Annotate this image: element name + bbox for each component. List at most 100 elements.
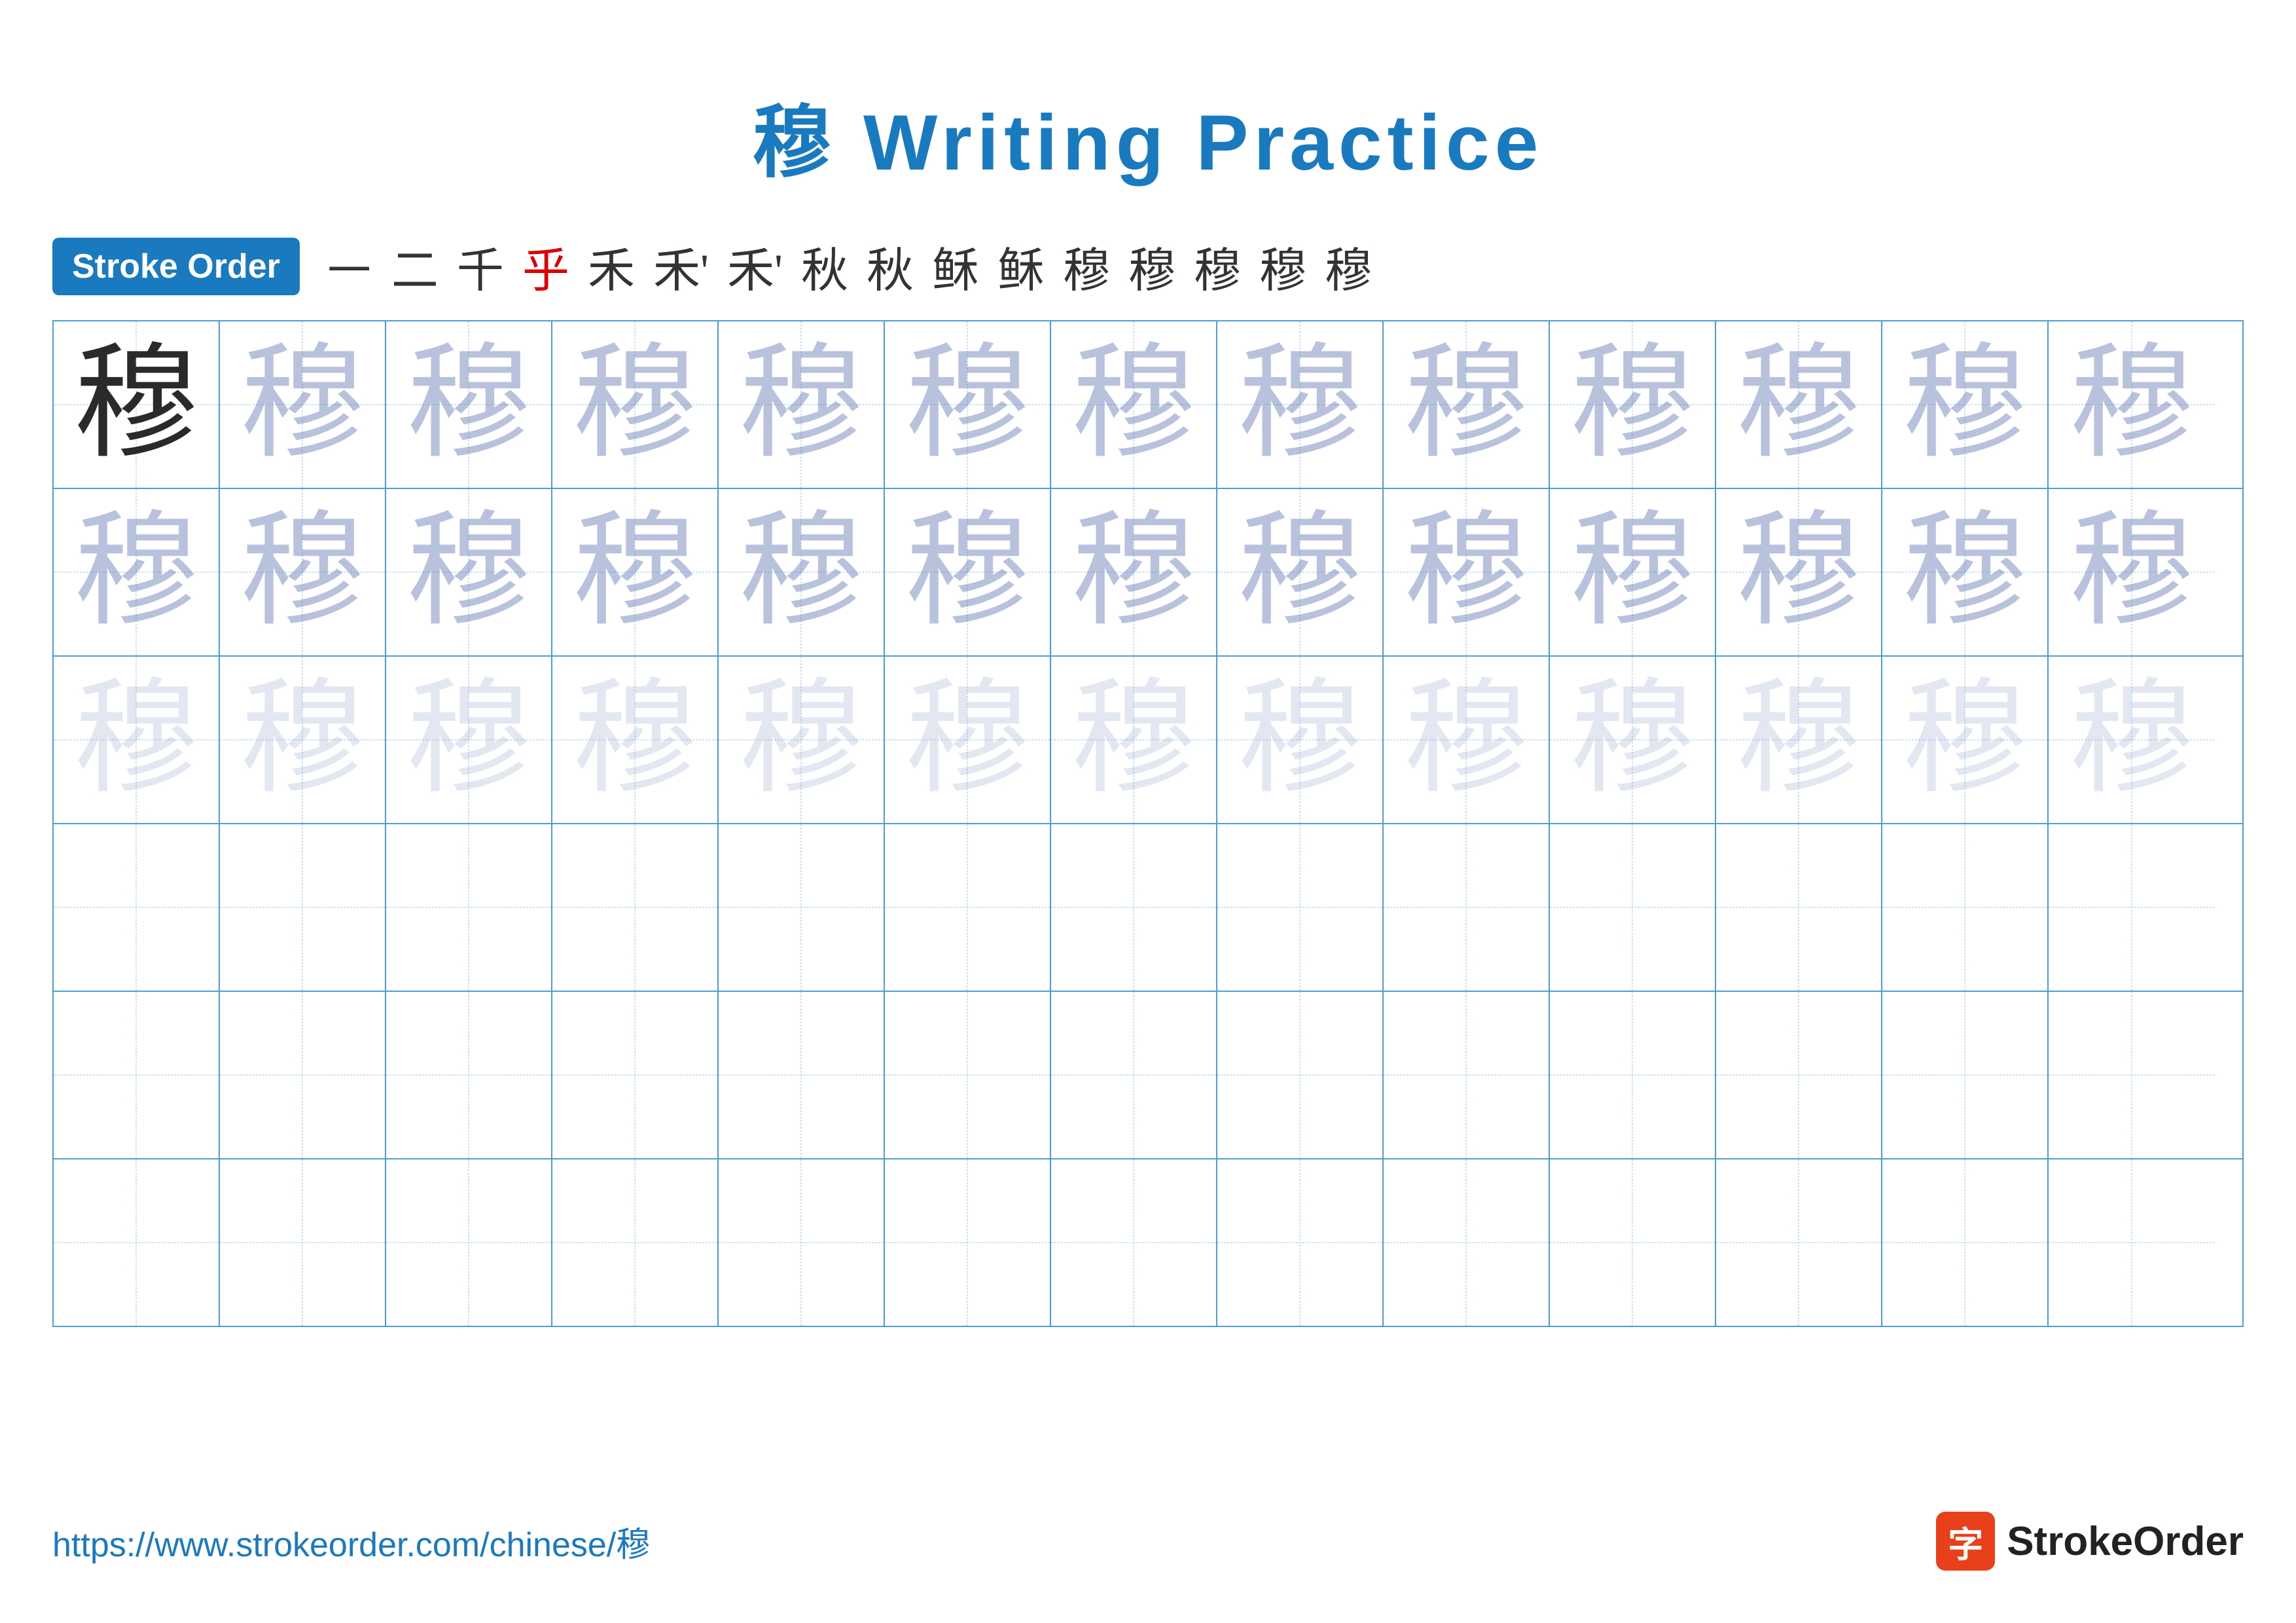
cell-r5-c9[interactable] — [1384, 992, 1550, 1158]
cell-r5-c5[interactable] — [719, 992, 885, 1158]
cell-r6-c4[interactable] — [552, 1159, 719, 1326]
cell-r6-c5[interactable] — [719, 1159, 885, 1326]
cell-r1-c12[interactable]: 穆 — [1882, 321, 2049, 488]
footer-url[interactable]: https://www.strokeorder.com/chinese/穆 — [52, 1517, 650, 1566]
grid-row-6 — [54, 1159, 2242, 1326]
cell-r6-c7[interactable] — [1051, 1159, 1217, 1326]
cell-r4-c13[interactable] — [2049, 824, 2215, 991]
stroke-5: 禾 — [588, 232, 635, 301]
cell-r2-c2[interactable]: 穆 — [220, 489, 386, 655]
cell-r2-c5[interactable]: 穆 — [719, 489, 885, 655]
cell-r3-c12[interactable]: 穆 — [1882, 657, 2049, 823]
cell-r5-c4[interactable] — [552, 992, 719, 1158]
cell-r5-c7[interactable] — [1051, 992, 1217, 1158]
cell-r2-c4[interactable]: 穆 — [552, 489, 719, 655]
cell-r3-c8[interactable]: 穆 — [1217, 657, 1384, 823]
cell-r4-c1[interactable] — [54, 824, 220, 991]
cell-r1-c6[interactable]: 穆 — [885, 321, 1051, 488]
cell-r3-c3[interactable]: 穆 — [386, 657, 552, 823]
cell-r1-c5[interactable]: 穆 — [719, 321, 885, 488]
grid-row-5 — [54, 992, 2242, 1159]
cell-r1-c2[interactable]: 穆 — [220, 321, 386, 488]
cell-r5-c3[interactable] — [386, 992, 552, 1158]
cell-r1-c7[interactable]: 穆 — [1051, 321, 1217, 488]
cell-r4-c12[interactable] — [1882, 824, 2049, 991]
cell-r6-c11[interactable] — [1716, 1159, 1882, 1326]
cell-r6-c13[interactable] — [2049, 1159, 2215, 1326]
char-medium: 穆 — [905, 510, 1030, 634]
cell-r1-c10[interactable]: 穆 — [1550, 321, 1716, 488]
cell-r1-c8[interactable]: 穆 — [1217, 321, 1384, 488]
cell-r6-c9[interactable] — [1384, 1159, 1550, 1326]
cell-r5-c1[interactable] — [54, 992, 220, 1158]
cell-r1-c4[interactable]: 穆 — [552, 321, 719, 488]
cell-r3-c5[interactable]: 穆 — [719, 657, 885, 823]
cell-r4-c6[interactable] — [885, 824, 1051, 991]
cell-r2-c10[interactable]: 穆 — [1550, 489, 1716, 655]
stroke-1: ㇐ — [326, 232, 373, 301]
stroke-8: 秋 — [801, 232, 848, 301]
cell-r6-c2[interactable] — [220, 1159, 386, 1326]
cell-r4-c9[interactable] — [1384, 824, 1550, 991]
char-light: 穆 — [1570, 678, 1695, 802]
cell-r6-c6[interactable] — [885, 1159, 1051, 1326]
cell-r3-c9[interactable]: 穆 — [1384, 657, 1550, 823]
cell-r3-c1[interactable]: 穆 — [54, 657, 220, 823]
grid-row-3: 穆 穆 穆 穆 穆 穆 穆 穆 穆 穆 穆 穆 — [54, 657, 2242, 824]
cell-r4-c8[interactable] — [1217, 824, 1384, 991]
cell-r2-c11[interactable]: 穆 — [1716, 489, 1882, 655]
cell-r6-c8[interactable] — [1217, 1159, 1384, 1326]
stroke-6: 禾' — [653, 232, 709, 301]
cell-r5-c10[interactable] — [1550, 992, 1716, 1158]
cell-r3-c13[interactable]: 穆 — [2049, 657, 2215, 823]
cell-r2-c3[interactable]: 穆 — [386, 489, 552, 655]
cell-r4-c10[interactable] — [1550, 824, 1716, 991]
cell-r5-c8[interactable] — [1217, 992, 1384, 1158]
cell-r3-c7[interactable]: 穆 — [1051, 657, 1217, 823]
cell-r6-c10[interactable] — [1550, 1159, 1716, 1326]
cell-r1-c9[interactable]: 穆 — [1384, 321, 1550, 488]
cell-r5-c2[interactable] — [220, 992, 386, 1158]
cell-r4-c11[interactable] — [1716, 824, 1882, 991]
cell-r1-c1[interactable]: 穆 — [54, 321, 220, 488]
char-light: 穆 — [2070, 678, 2194, 802]
cell-r1-c13[interactable]: 穆 — [2049, 321, 2215, 488]
cell-r1-c3[interactable]: 穆 — [386, 321, 552, 488]
cell-r3-c2[interactable]: 穆 — [220, 657, 386, 823]
cell-r4-c4[interactable] — [552, 824, 719, 991]
cell-r5-c12[interactable] — [1882, 992, 2049, 1158]
cell-r4-c7[interactable] — [1051, 824, 1217, 991]
stroke-order-badge: Stroke Order — [52, 238, 300, 295]
stroke-order-row: Stroke Order ㇐ 二 千 乎 禾 禾' 禾' 秋 秋 稣 稣 穆 穆… — [52, 232, 2244, 301]
char-medium: 穆 — [1570, 510, 1695, 634]
cell-r2-c8[interactable]: 穆 — [1217, 489, 1384, 655]
cell-r6-c3[interactable] — [386, 1159, 552, 1326]
char-medium: 穆 — [1238, 510, 1362, 634]
char-medium: 穆 — [2070, 342, 2194, 467]
cell-r5-c6[interactable] — [885, 992, 1051, 1158]
cell-r4-c2[interactable] — [220, 824, 386, 991]
cell-r4-c5[interactable] — [719, 824, 885, 991]
cell-r2-c6[interactable]: 穆 — [885, 489, 1051, 655]
cell-r1-c11[interactable]: 穆 — [1716, 321, 1882, 488]
cell-r2-c9[interactable]: 穆 — [1384, 489, 1550, 655]
cell-r2-c1[interactable]: 穆 — [54, 489, 220, 655]
brand-name: StrokeOrder — [2007, 1518, 2244, 1565]
char-light: 穆 — [573, 678, 697, 802]
cell-r6-c12[interactable] — [1882, 1159, 2049, 1326]
practice-grid: 穆 穆 穆 穆 穆 穆 穆 穆 穆 穆 穆 穆 — [52, 320, 2244, 1327]
cell-r6-c1[interactable] — [54, 1159, 220, 1326]
cell-r3-c4[interactable]: 穆 — [552, 657, 719, 823]
cell-r3-c6[interactable]: 穆 — [885, 657, 1051, 823]
char-medium: 穆 — [1404, 510, 1528, 634]
cell-r3-c11[interactable]: 穆 — [1716, 657, 1882, 823]
cell-r2-c12[interactable]: 穆 — [1882, 489, 2049, 655]
char-light: 穆 — [74, 678, 198, 802]
cell-r4-c3[interactable] — [386, 824, 552, 991]
cell-r5-c11[interactable] — [1716, 992, 1882, 1158]
cell-r2-c13[interactable]: 穆 — [2049, 489, 2215, 655]
char-medium: 穆 — [406, 510, 531, 634]
cell-r3-c10[interactable]: 穆 — [1550, 657, 1716, 823]
cell-r5-c13[interactable] — [2049, 992, 2215, 1158]
cell-r2-c7[interactable]: 穆 — [1051, 489, 1217, 655]
